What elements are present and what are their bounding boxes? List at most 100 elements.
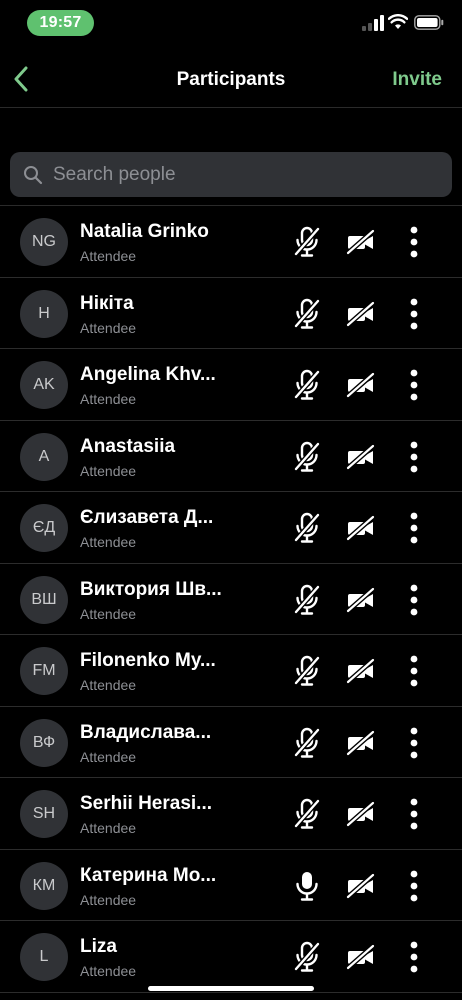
mic-button[interactable] — [292, 870, 322, 902]
participant-row[interactable]: A Anastasiia Attendee — [0, 421, 462, 492]
participant-row[interactable]: ВШ Виктория Шв... Attendee — [0, 564, 462, 635]
camera-button[interactable] — [344, 728, 378, 758]
more-vertical-icon — [410, 226, 418, 258]
mic-off-icon — [294, 655, 320, 686]
camera-button[interactable] — [344, 370, 378, 400]
camera-button[interactable] — [344, 299, 378, 329]
more-vertical-icon — [410, 870, 418, 901]
participant-role: Attendee — [80, 677, 137, 693]
participant-row[interactable]: AK Angelina Khv... Attendee — [0, 349, 462, 421]
participant-row[interactable]: SH Serhii Herasi... Attendee — [0, 778, 462, 850]
camera-button[interactable] — [344, 442, 378, 472]
more-vertical-icon — [410, 727, 418, 758]
avatar-initials: КМ — [32, 876, 56, 894]
mic-off-icon — [294, 798, 320, 829]
participant-name: Катерина Мо... — [80, 864, 217, 886]
camera-off-icon — [346, 801, 375, 827]
more-options-button[interactable] — [402, 652, 426, 690]
mic-off-icon — [294, 441, 320, 472]
camera-button[interactable] — [344, 585, 378, 615]
participant-row[interactable]: FM Filonenko My... Attendee — [0, 635, 462, 707]
avatar: ЄД — [20, 504, 68, 552]
participant-role: Attendee — [80, 891, 137, 908]
avatar: AK — [20, 361, 68, 409]
camera-off-icon — [346, 515, 375, 541]
participant-row[interactable]: КМ Катерина Мо... Attendee — [0, 850, 462, 921]
mic-button[interactable] — [292, 584, 322, 616]
search-bar[interactable] — [10, 152, 452, 197]
avatar: L — [20, 933, 68, 981]
more-options-button[interactable] — [402, 938, 426, 976]
avatar-initials: NG — [32, 233, 56, 250]
avatar: SH — [20, 790, 68, 838]
battery-icon — [414, 15, 444, 30]
mic-button[interactable] — [292, 727, 322, 759]
mic-button[interactable] — [292, 941, 322, 973]
more-vertical-icon — [410, 441, 418, 472]
participant-row[interactable]: ЄД Єлизавета Д... Attendee — [0, 492, 462, 564]
participant-role: Attendee — [80, 748, 137, 765]
participant-row[interactable]: H Нікіта Attendee — [0, 278, 462, 349]
avatar: ВФ — [20, 718, 68, 767]
participant-name: Angelina Khv... — [80, 364, 216, 385]
participant-row[interactable]: L Liza Attendee — [0, 921, 462, 993]
participant-row[interactable]: ВФ Владислава... Attendee — [0, 707, 462, 778]
more-options-button[interactable] — [402, 438, 426, 476]
mic-off-icon — [294, 298, 320, 329]
camera-off-icon — [346, 229, 375, 255]
participant-name: Natalia Grinko — [80, 221, 209, 242]
camera-off-icon — [346, 729, 375, 756]
avatar: КМ — [20, 861, 68, 910]
mic-button[interactable] — [292, 441, 322, 473]
mic-button[interactable] — [292, 798, 322, 830]
camera-button[interactable] — [344, 227, 378, 257]
mic-off-icon — [294, 584, 320, 615]
avatar-initials: SH — [32, 805, 56, 822]
participant-role: Attendee — [80, 391, 137, 407]
participant-name: Anastasiia — [80, 435, 176, 457]
more-vertical-icon — [410, 798, 418, 830]
participant-name: Liza — [80, 936, 117, 957]
participant-name: Єлизавета Д... — [80, 507, 214, 528]
more-options-button[interactable] — [402, 724, 426, 762]
avatar-initials: L — [39, 948, 49, 965]
avatar: FM — [20, 647, 68, 695]
status-time: 19:57 — [27, 10, 94, 36]
mic-button[interactable] — [292, 369, 322, 401]
avatar: NG — [20, 218, 68, 266]
mic-button[interactable] — [292, 226, 322, 258]
more-options-button[interactable] — [402, 581, 426, 619]
camera-off-icon — [346, 443, 375, 470]
more-vertical-icon — [410, 512, 418, 544]
avatar-initials: AK — [33, 376, 55, 393]
avatar: A — [20, 432, 68, 481]
mic-icon — [296, 871, 318, 901]
more-options-button[interactable] — [402, 366, 426, 404]
search-input[interactable] — [53, 163, 433, 186]
avatar: ВШ — [20, 575, 68, 624]
status-bar: 19:57 — [0, 0, 462, 46]
participant-role: Attendee — [80, 963, 137, 979]
mic-button[interactable] — [292, 655, 322, 687]
mic-button[interactable] — [292, 298, 322, 330]
avatar-initials: FM — [32, 662, 56, 679]
camera-off-icon — [346, 586, 375, 613]
participant-row[interactable]: NG Natalia Grinko Attendee — [0, 206, 462, 278]
camera-button[interactable] — [344, 871, 378, 901]
participant-role: Attendee — [80, 534, 137, 550]
camera-button[interactable] — [344, 799, 378, 829]
mic-off-icon — [294, 727, 320, 758]
more-options-button[interactable] — [402, 867, 426, 905]
mic-off-icon — [294, 369, 320, 400]
mic-button[interactable] — [292, 512, 322, 544]
invite-button[interactable]: Invite — [392, 69, 442, 91]
more-options-button[interactable] — [402, 295, 426, 333]
more-options-button[interactable] — [402, 509, 426, 547]
camera-button[interactable] — [344, 656, 378, 686]
more-options-button[interactable] — [402, 223, 426, 261]
cellular-signal-icon — [362, 15, 384, 31]
more-options-button[interactable] — [402, 795, 426, 833]
camera-button[interactable] — [344, 942, 378, 972]
camera-button[interactable] — [344, 513, 378, 543]
camera-off-icon — [346, 300, 375, 327]
